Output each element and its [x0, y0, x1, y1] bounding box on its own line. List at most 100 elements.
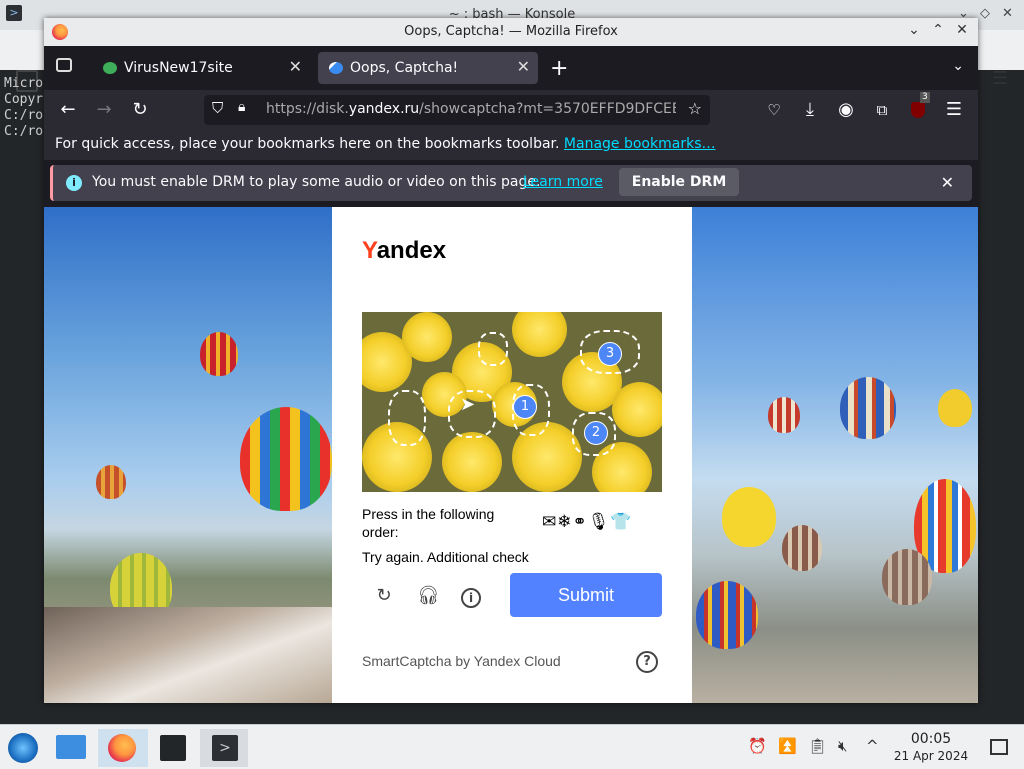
enable-drm-button[interactable]: Enable DRM: [619, 168, 739, 196]
clock-date[interactable]: 21 Apr 2024: [888, 749, 974, 763]
shield-icon[interactable]: ⛉: [212, 99, 223, 117]
yandex-logo: Yandex: [362, 237, 446, 265]
konsole-line: C:/ro: [4, 108, 44, 123]
leaf-icon: [103, 62, 117, 74]
navigation-toolbar: ← → ↻ ⛉ 🔒︎ https://disk.yandex.ru/showca…: [44, 90, 978, 130]
hot-air-balloon-image: [840, 377, 896, 439]
maximize-icon[interactable]: ⌃: [928, 22, 948, 38]
info-icon: i: [66, 175, 82, 191]
close-tab-icon[interactable]: ✕: [517, 57, 530, 76]
captcha-marker-3[interactable]: 3: [598, 342, 622, 366]
clipboard-icon[interactable]: 📋︎: [808, 737, 827, 755]
folder-icon: [56, 735, 86, 759]
tab-oops-captcha[interactable]: Oops, Captcha! ✕: [318, 52, 538, 84]
taskbar-system-settings[interactable]: [150, 729, 198, 767]
clock-time[interactable]: 00:05: [896, 731, 966, 747]
close-icon[interactable]: ✕: [941, 173, 954, 192]
refresh-icon[interactable]: ↻: [373, 585, 395, 607]
tab-label: VirusNew17site: [124, 60, 233, 76]
new-tab-icon[interactable]: +: [550, 56, 568, 81]
list-all-tabs-icon[interactable]: ⌄: [952, 58, 964, 74]
volume-muted-icon[interactable]: 🔇︎: [838, 737, 847, 755]
maximize-icon[interactable]: ◇: [980, 6, 990, 21]
captcha-panel: Yandex 1 2 3 ➤ Press in the following or…: [332, 207, 692, 703]
windows-logo-icon: [8, 733, 38, 763]
taskbar-firefox[interactable]: [98, 729, 148, 767]
konsole-line: Micro: [4, 76, 44, 91]
drm-message: You must enable DRM to play some audio o…: [92, 174, 541, 190]
yandex-logo-y: Y: [362, 237, 377, 264]
url-bar[interactable]: ⛉ 🔒︎ https://disk.yandex.ru/showcaptcha?…: [204, 95, 710, 125]
retry-message: Try again. Additional check: [362, 549, 529, 565]
order-symbols: ✉❄⚭🎙👕: [542, 512, 633, 532]
hot-air-balloon-image: [782, 525, 822, 571]
start-menu-button[interactable]: [2, 729, 50, 767]
ublock-icon[interactable]: 3: [906, 92, 930, 122]
hot-air-balloon-image: [938, 389, 972, 427]
close-icon[interactable]: ✕: [1002, 6, 1013, 21]
learn-more-link[interactable]: Learn more: [523, 174, 603, 190]
yandex-logo-rest: andex: [376, 237, 447, 264]
extensions-icon[interactable]: ⧉: [870, 98, 894, 122]
account-icon[interactable]: ◉: [834, 98, 858, 122]
window-title: Oops, Captcha! — Mozilla Firefox: [404, 24, 618, 39]
submit-button[interactable]: Submit: [510, 573, 662, 617]
konsole-line: Copyr: [4, 92, 44, 107]
url-prefix: https://disk.: [266, 101, 349, 117]
hot-air-balloon-image: [696, 581, 758, 649]
app-menu-icon[interactable]: ☰: [942, 98, 966, 122]
info-icon[interactable]: i: [461, 588, 481, 608]
url-text[interactable]: https://disk.yandex.ru/showcaptcha?mt=35…: [266, 101, 676, 117]
captcha-marker-1[interactable]: 1: [513, 395, 537, 419]
bookmarks-hint-text: For quick access, place your bookmarks h…: [55, 136, 560, 152]
headphones-icon[interactable]: 🎧︎: [417, 585, 440, 607]
captcha-symbol-outline[interactable]: [388, 390, 426, 446]
help-icon[interactable]: ?: [636, 651, 658, 673]
hamburger-menu-icon[interactable]: ☰: [992, 68, 1008, 89]
smartcaptcha-brand: SmartCaptcha by Yandex Cloud: [362, 653, 561, 669]
close-icon[interactable]: ✕: [952, 22, 972, 38]
hot-air-balloon-image: [200, 332, 238, 376]
rock-formations-image: [44, 607, 332, 703]
url-domain: yandex.ru: [348, 101, 420, 117]
update-icon[interactable]: ⏫: [778, 737, 797, 755]
captcha-image[interactable]: 1 2 3 ➤: [362, 312, 662, 492]
captcha-symbol-outline[interactable]: [478, 332, 508, 366]
tab-label: Oops, Captcha!: [350, 60, 459, 76]
firefox-window: Oops, Captcha! — Mozilla Firefox ⌄ ⌃ ✕ V…: [44, 18, 978, 703]
firefox-titlebar: Oops, Captcha! — Mozilla Firefox ⌄ ⌃ ✕: [44, 18, 978, 46]
forward-icon[interactable]: →: [92, 98, 116, 122]
lock-icon[interactable]: 🔒︎: [238, 99, 245, 115]
taskbar-konsole[interactable]: >: [200, 729, 248, 767]
show-desktop-icon[interactable]: [990, 739, 1008, 755]
hot-air-balloon-image: [722, 487, 776, 547]
download-icon[interactable]: ⤓: [798, 98, 822, 122]
bookmarks-hint: For quick access, place your bookmarks h…: [55, 136, 715, 152]
taskbar-file-manager[interactable]: [48, 729, 96, 767]
bookmarks-toolbar: For quick access, place your bookmarks h…: [44, 130, 978, 160]
hot-air-balloon-image: [768, 397, 800, 433]
mouse-cursor-icon: ➤: [460, 394, 476, 415]
firefox-view-icon[interactable]: [56, 58, 72, 72]
sliders-icon: [160, 735, 186, 761]
hot-air-balloon-image: [882, 549, 932, 605]
pocket-icon[interactable]: ♡: [762, 98, 786, 122]
background-photo-right: [692, 207, 978, 703]
page-content: Yandex 1 2 3 ➤ Press in the following or…: [44, 207, 978, 703]
notifications-icon[interactable]: ⏰: [748, 737, 767, 755]
taskbar: > ⏰ ⏫ 📋︎ 🔇︎ ^ 00:05 21 Apr 2024: [0, 724, 1024, 769]
minimize-icon[interactable]: ⌄: [904, 22, 924, 38]
bookmark-star-icon[interactable]: ☆: [688, 99, 702, 118]
drm-notification-bar: i You must enable DRM to play some audio…: [50, 165, 972, 201]
yandex-disk-icon: [329, 62, 343, 74]
terminal-icon: >: [212, 735, 238, 761]
chevron-up-icon[interactable]: ^: [866, 737, 879, 755]
background-photo-left: [44, 207, 332, 703]
konsole-output: Micro Copyr C:/ro C:/ro: [4, 76, 43, 140]
back-icon[interactable]: ←: [56, 98, 80, 122]
tab-virusnew17site[interactable]: VirusNew17site ✕: [92, 52, 310, 84]
close-tab-icon[interactable]: ✕: [289, 57, 302, 76]
captcha-marker-2[interactable]: 2: [584, 421, 608, 445]
reload-icon[interactable]: ↻: [128, 98, 152, 122]
manage-bookmarks-link[interactable]: Manage bookmarks…: [564, 136, 716, 152]
